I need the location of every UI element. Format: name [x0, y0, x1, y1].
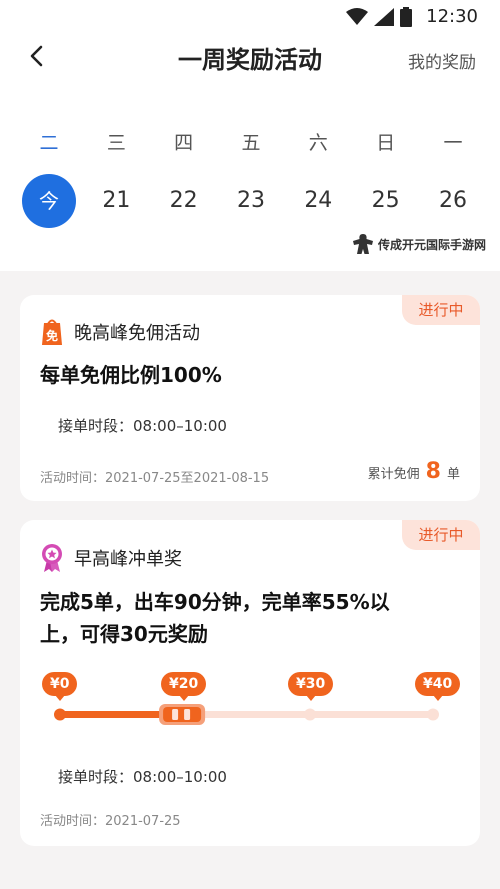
weekday-row: 二 三 四 五 六 日 一	[22, 128, 480, 155]
tier-dot	[304, 708, 316, 721]
signal-icon	[374, 7, 395, 26]
card-header: 早高峰冲单奖	[40, 544, 182, 572]
commission-free-icon: 免	[42, 319, 62, 345]
card-header: 免 晚高峰免佣活动	[40, 319, 200, 345]
card-title: 晚高峰免佣活动	[74, 323, 200, 344]
award-medal-icon	[42, 544, 62, 572]
watermark: 传成开元国际手游网	[352, 234, 486, 254]
status-badge: 进行中	[402, 520, 480, 550]
date-item[interactable]: 22	[157, 174, 211, 228]
wifi-icon	[346, 7, 369, 25]
header: 一周奖励活动 我的奖励 二 三 四 五 六 日 一 今 21 22 23 24 …	[0, 36, 500, 271]
order-period-label: 接单时段：	[58, 768, 134, 786]
tier-tag: ¥30	[288, 672, 334, 701]
weekday-label: 二	[39, 132, 59, 154]
activity-card-evening[interactable]: 进行中 免 晚高峰免佣活动 每单免佣比例100% 接单时段：08:00–10:0…	[20, 295, 480, 501]
cumulative-unit: 单	[446, 467, 460, 482]
tier-tag: ¥0	[42, 672, 78, 701]
tier-tag: ¥40	[415, 672, 461, 701]
date-item[interactable]: 24	[291, 174, 345, 228]
order-period-value: 08:00–10:00	[133, 768, 227, 786]
card-headline-line2: 上，可得30元奖励	[40, 622, 208, 646]
car-icon	[159, 704, 206, 725]
reward-progress: ¥0 ¥20 ¥30 ¥40	[20, 670, 480, 730]
status-time: 12:30	[426, 6, 478, 27]
watermark-text: 传成开元国际手游网	[377, 237, 486, 252]
cumulative-number: 8	[425, 459, 441, 484]
progress-track	[54, 704, 439, 725]
battery-icon	[400, 6, 413, 27]
weekday-label: 一	[443, 132, 463, 154]
weekday-label: 日	[376, 132, 396, 154]
weekday-label: 四	[174, 132, 194, 154]
tier-tag: ¥20	[161, 672, 207, 701]
my-rewards-link[interactable]: 我的奖励	[408, 48, 476, 73]
meeple-icon	[352, 234, 373, 254]
weekday-label: 三	[106, 132, 126, 154]
tier-dot	[54, 708, 66, 721]
order-period-value: 08:00–10:00	[133, 417, 227, 435]
activity-time: 活动时间：2021-07-25至2021-08-15	[40, 471, 270, 486]
card-headline: 每单免佣比例100%	[40, 363, 222, 387]
date-item[interactable]: 26	[426, 174, 480, 228]
cumulative-count: 累计免佣 8 单	[368, 459, 460, 484]
cumulative-prefix: 累计免佣	[367, 467, 420, 482]
commission-free-icon-text: 免	[46, 328, 58, 343]
status-bar: 12:30	[0, 0, 500, 36]
date-today[interactable]: 今	[22, 174, 76, 228]
weekday-label: 六	[308, 132, 328, 154]
order-period-label: 接单时段：	[58, 417, 134, 435]
order-period: 接单时段：08:00–10:00	[58, 415, 227, 436]
activity-time: 活动时间：2021-07-25	[40, 814, 181, 829]
weekday-label: 五	[241, 132, 261, 154]
status-icons: 12:30	[346, 6, 478, 27]
tier-dot	[427, 708, 439, 721]
date-item[interactable]: 25	[359, 174, 413, 228]
status-badge: 进行中	[402, 295, 480, 325]
date-row: 今 21 22 23 24 25 26	[22, 174, 480, 228]
card-title: 早高峰冲单奖	[74, 549, 182, 570]
date-item[interactable]: 21	[89, 174, 143, 228]
activity-card-morning[interactable]: 进行中 早高峰冲单奖 完成5单，出车90分钟，完单率55%以 上，可得30元奖励…	[20, 520, 480, 846]
date-item[interactable]: 23	[224, 174, 278, 228]
order-period: 接单时段：08:00–10:00	[58, 766, 227, 787]
card-headline-line1: 完成5单，出车90分钟，完单率55%以	[40, 590, 390, 614]
